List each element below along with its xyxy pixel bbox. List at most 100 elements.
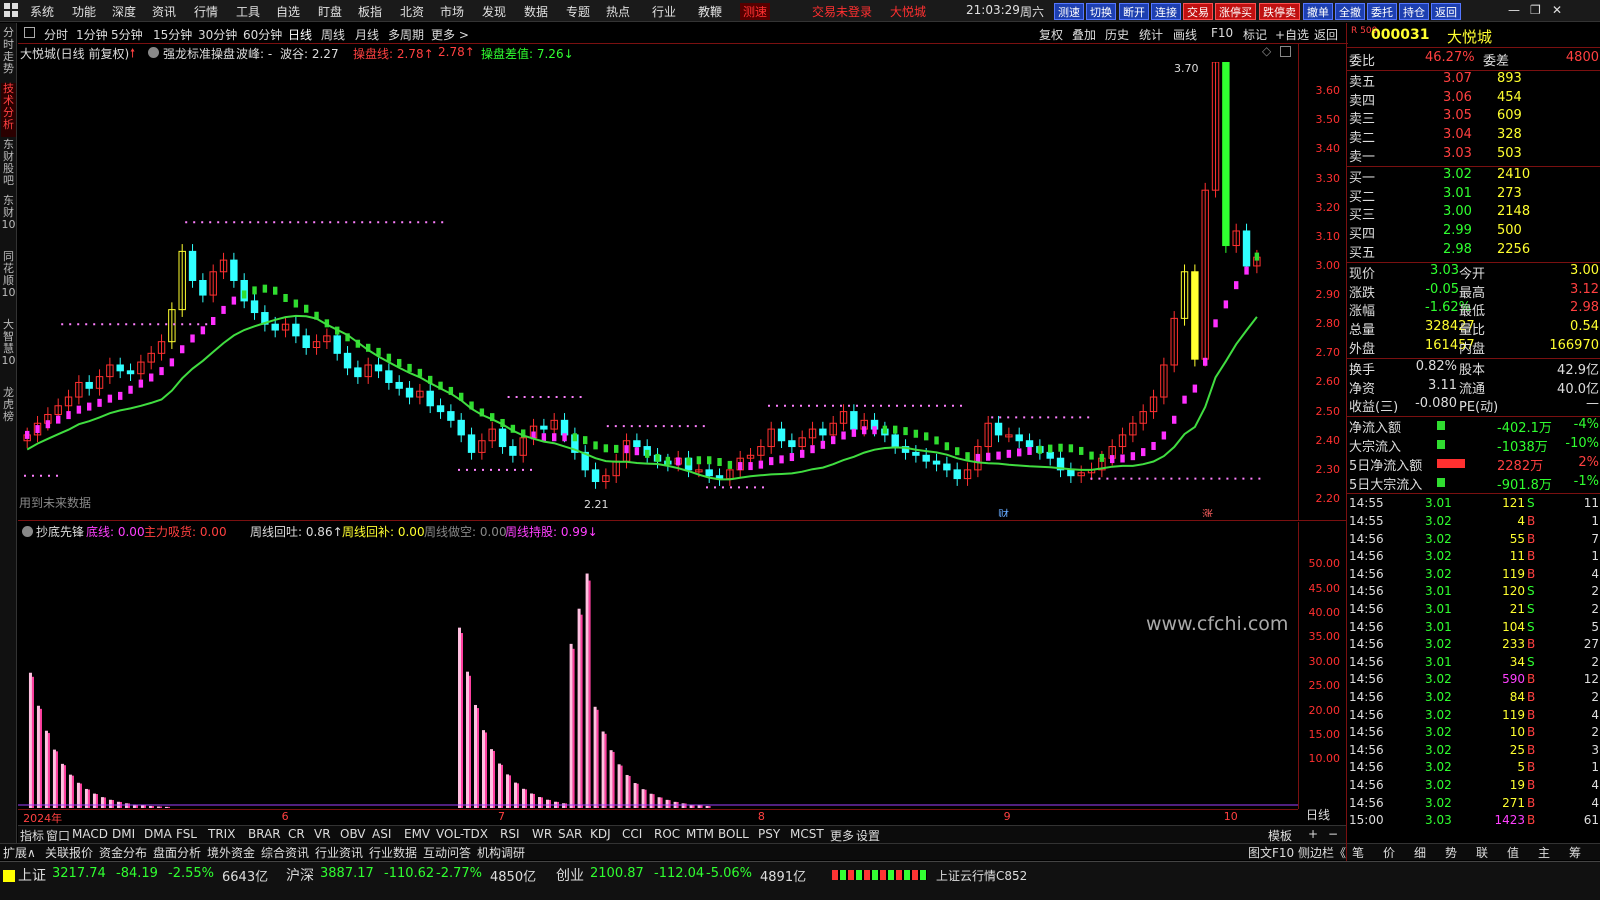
indicator-tab[interactable]: VOL-TDX [436,827,488,841]
f10-sidebar-link[interactable]: 图文F10 侧边栏《 [1248,844,1346,861]
menu-item[interactable]: 功能 [72,3,96,20]
extension-tab[interactable]: 行业数据 [369,844,417,861]
extension-tab[interactable]: 行业资讯 [315,844,363,861]
left-tab[interactable]: 龙虎榜 [1,387,16,429]
period-tab[interactable]: 5分钟 [111,26,143,43]
extension-tab[interactable]: 盘面分析 [153,844,201,861]
quick-button[interactable]: 涨停买 [1215,3,1256,20]
menu-item[interactable]: 系统 [30,3,54,20]
period-tab[interactable]: 1分钟 [76,26,108,43]
indicator-tab[interactable]: SAR [558,827,582,841]
index-name[interactable]: 创业 [556,865,584,885]
left-tab[interactable]: 技术分析 [1,83,16,137]
chart-window-icon[interactable] [1280,46,1291,57]
menu-item[interactable]: 盯盘 [318,3,342,20]
menu-item[interactable]: 行业 [652,3,676,20]
indicator-tab[interactable]: ASI [372,827,391,841]
toolbar-button[interactable]: 复权 [1039,26,1063,43]
menu-item[interactable]: 发现 [482,3,506,20]
toolbar-button[interactable]: F10 [1211,26,1233,40]
indicator-tab[interactable]: PSY [758,827,780,841]
quick-button[interactable]: 连接 [1151,3,1181,20]
quick-button[interactable]: 持仓 [1399,3,1429,20]
indicator-right-button[interactable]: − [1328,827,1338,841]
period-tab[interactable]: 日线 [288,26,312,43]
quick-button[interactable]: 委托 [1367,3,1397,20]
left-tab[interactable]: 东财10 [1,195,16,249]
indicator-chart[interactable]: www.cfchi.com [18,540,1298,808]
extension-tab[interactable]: 扩展∧ [3,844,36,861]
pane-divider[interactable] [18,520,1346,521]
index-name[interactable]: 上证 [18,865,46,885]
extension-tab[interactable]: 综合资讯 [261,844,309,861]
quick-button[interactable]: 全撤 [1335,3,1365,20]
extension-tab[interactable]: 境外资金 [207,844,255,861]
indicator-tab[interactable]: OBV [340,827,366,841]
quick-button[interactable]: 测速 [1054,3,1084,20]
period-tab[interactable]: 60分钟 [243,26,282,43]
toolbar-button[interactable]: +自选 [1275,26,1309,43]
toolbar-button[interactable]: 历史 [1105,26,1129,43]
left-tab[interactable]: 东财股吧 [1,139,16,193]
period-tab[interactable]: 多周期 [388,26,424,43]
left-tab[interactable]: 大智慧10 [1,319,16,385]
indicator-tab[interactable]: FSL [176,827,197,841]
period-tab[interactable]: 月线 [355,26,379,43]
restore-icon[interactable]: ❐ [1530,3,1541,17]
quick-button[interactable]: 返回 [1431,3,1461,20]
toolbar-button[interactable]: 返回 [1314,26,1338,43]
indicator-tab[interactable]: TRIX [208,827,235,841]
sub-formula-toggle-icon[interactable] [22,526,33,537]
indicator-tab[interactable]: MCST [790,827,824,841]
menu-item[interactable]: 资讯 [152,3,176,20]
indicator-tab[interactable]: CR [288,827,305,841]
toolbar-button[interactable]: 统计 [1139,26,1163,43]
indicator-tab[interactable]: ROC [654,827,680,841]
indicator-tab[interactable]: BRAR [248,827,281,841]
menu-item[interactable]: 北资 [400,3,424,20]
indicator-tab[interactable]: DMI [112,827,135,841]
left-tab[interactable]: 分时走势 [1,27,16,81]
formula-toggle-icon[interactable] [148,47,159,58]
toolbar-button[interactable]: 叠加 [1072,26,1096,43]
menu-item[interactable]: 自选 [276,3,300,20]
menu-item[interactable]: 工具 [236,3,260,20]
period-tab[interactable]: 15分钟 [153,26,192,43]
period-tab[interactable]: 分时 [44,26,68,43]
minimize-icon[interactable]: — [1508,3,1520,17]
indicator-tab[interactable]: MTM [686,827,714,841]
candlestick-chart[interactable]: 用到未来数据 3.70 2.21 财 涨 [18,62,1298,517]
menu-item[interactable]: 专题 [566,3,590,20]
period-tab[interactable]: 更多 > [431,26,469,43]
test-speed-label[interactable]: 测速 [740,3,771,20]
indicator-right-button[interactable]: + [1308,827,1318,841]
indicator-tab[interactable]: 更多 [830,827,854,844]
extension-tab[interactable]: 机构调研 [477,844,525,861]
menu-item[interactable]: 深度 [112,3,136,20]
toolbar-button[interactable]: 标记 [1243,26,1267,43]
quick-button[interactable]: 撤单 [1303,3,1333,20]
indicator-tab[interactable]: EMV [404,827,430,841]
menu-item[interactable]: 热点 [606,3,630,20]
indicator-tab[interactable]: 指标 [20,827,44,844]
menu-item[interactable]: 市场 [440,3,464,20]
period-tab[interactable]: 周线 [321,26,345,43]
sub-indicator-name[interactable]: 抄底先锋 [36,523,84,540]
quick-button[interactable]: 交易 [1183,3,1213,20]
app-grid-icon[interactable] [4,3,18,17]
indicator-tab[interactable]: MACD [72,827,108,841]
indicator-tab[interactable]: CCI [622,827,642,841]
close-icon[interactable]: ✕ [1552,3,1562,17]
indicator-tab[interactable]: RSI [500,827,520,841]
panel-toggle-icon[interactable] [24,27,35,38]
menu-item[interactable]: 数据 [524,3,548,20]
menu-item[interactable]: 教鞭 [698,3,722,20]
extension-tab[interactable]: 关联报价 [45,844,93,861]
left-tab[interactable]: 同花顺10 [1,251,16,317]
indicator-tab[interactable]: DMA [144,827,172,841]
indicator-tab[interactable]: 设置 [856,827,880,844]
indicator-tab[interactable]: KDJ [590,827,611,841]
period-tab[interactable]: 30分钟 [198,26,237,43]
extension-tab[interactable]: 互动问答 [423,844,471,861]
indicator-tab[interactable]: 窗口 [46,827,70,844]
